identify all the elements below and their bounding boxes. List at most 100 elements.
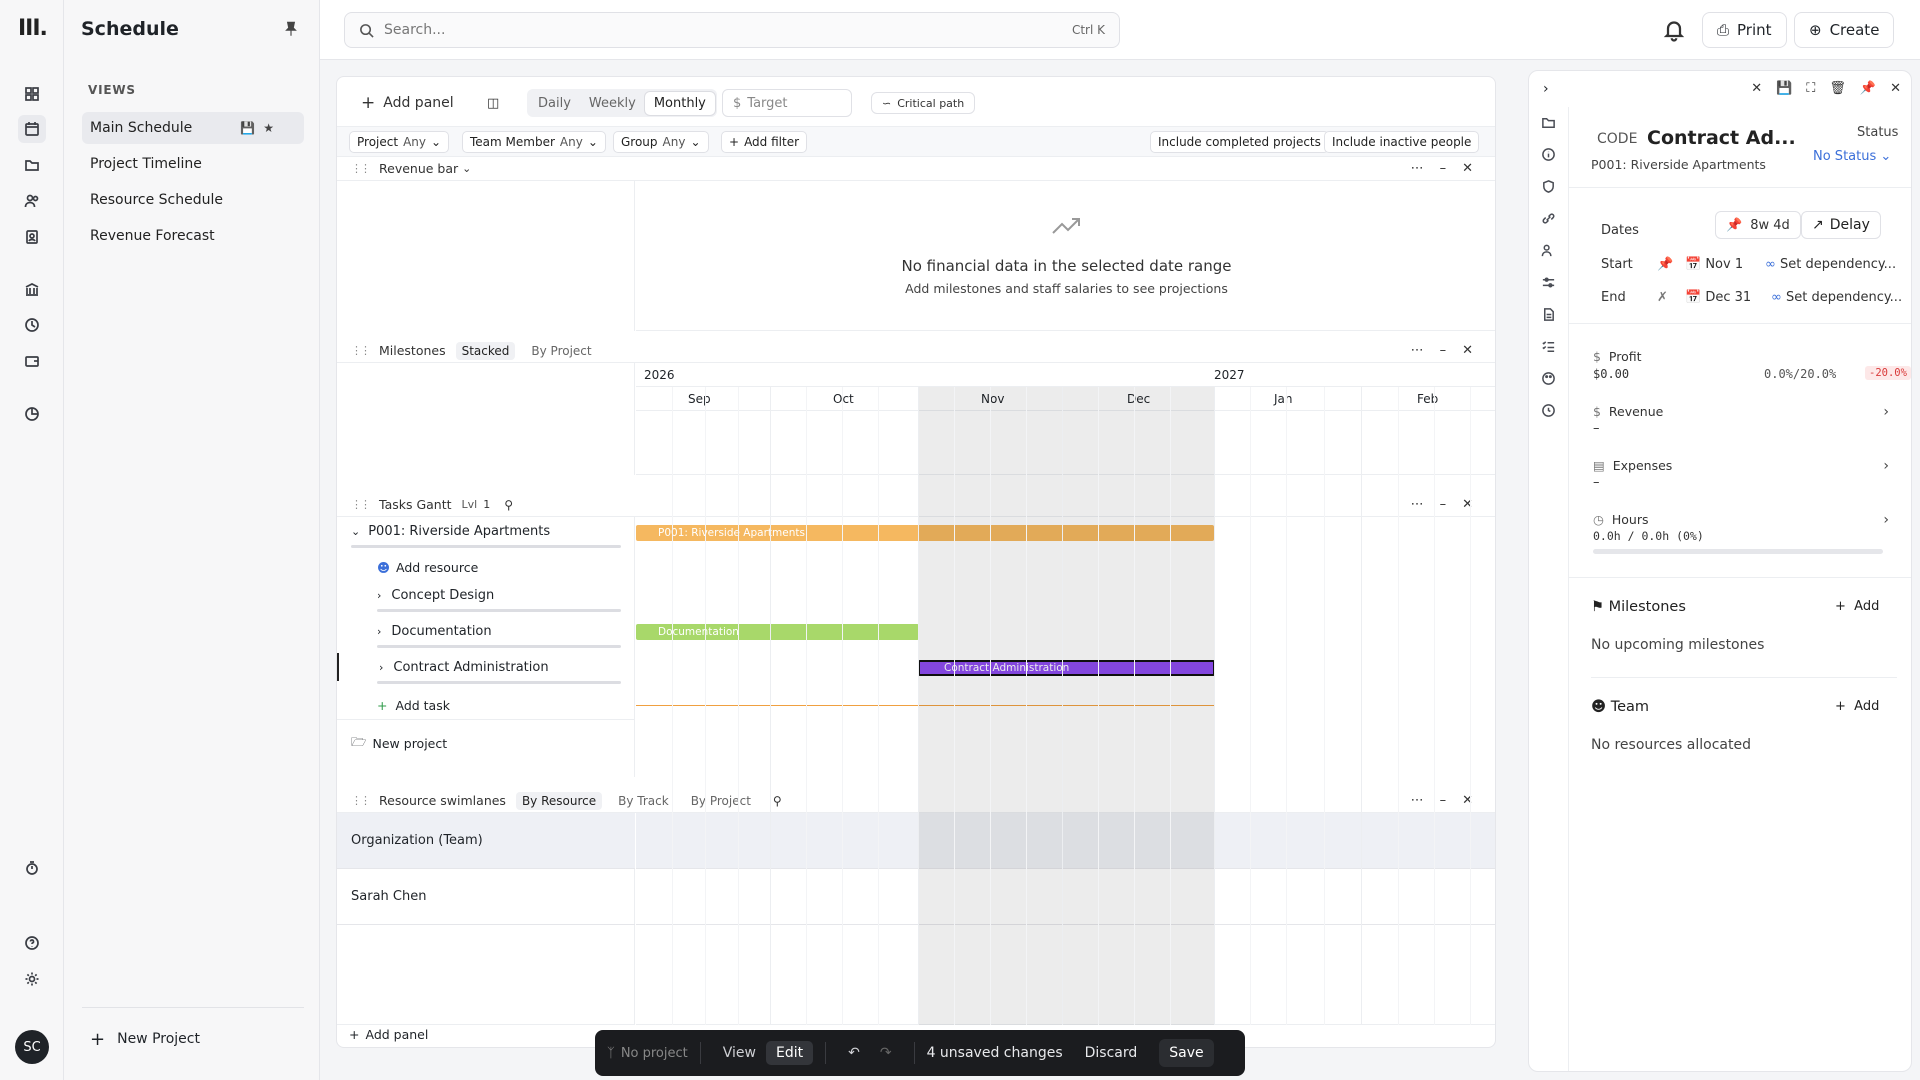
documentation-bar[interactable]: Documentation [636, 624, 919, 640]
pin-icon[interactable] [282, 20, 300, 38]
drag-handle-icon[interactable]: ⋮⋮ [351, 498, 371, 511]
close-icon[interactable]: ✕ [1462, 161, 1473, 176]
search-icon[interactable]: ⚲ [504, 498, 513, 512]
drag-handle-icon[interactable]: ⋮⋮ [351, 344, 371, 357]
level-stepper[interactable]: 1 [483, 498, 490, 511]
dashboard-icon[interactable] [18, 80, 46, 108]
duration-field[interactable]: 📌 8w 4d [1715, 211, 1801, 239]
minimize-icon[interactable]: – [1440, 161, 1447, 176]
discard-button[interactable]: Discard [1075, 1041, 1148, 1065]
team-member-filter[interactable]: Team Member Any ⌄ [462, 131, 606, 153]
add-resource-button[interactable]: ☻ Add resource [337, 553, 635, 581]
add-panel-button[interactable]: + Add panel [361, 89, 454, 117]
timer-icon[interactable] [18, 854, 46, 882]
bell-icon[interactable] [1662, 18, 1686, 42]
expenses-row[interactable]: ▤ Expenses [1593, 458, 1672, 473]
start-pin-icon[interactable]: 📌 [1657, 257, 1673, 272]
calendar-icon[interactable] [18, 115, 46, 143]
avatar[interactable]: SC [15, 1030, 49, 1064]
end-date-field[interactable]: 📅 Dec 31 [1685, 290, 1751, 305]
hours-row[interactable]: ◷ Hours [1593, 512, 1649, 527]
pie-chart-icon[interactable] [18, 400, 46, 428]
close-icon[interactable]: ✕ [1462, 343, 1473, 358]
more-icon[interactable]: ⋯ [1411, 343, 1424, 358]
palette-icon[interactable] [1541, 371, 1557, 387]
document-icon[interactable] [1541, 307, 1557, 323]
expand-icon[interactable]: ⛶ [1806, 81, 1815, 96]
scale-daily[interactable]: Daily [529, 92, 580, 115]
end-unpin-icon[interactable]: ✗ [1657, 290, 1668, 305]
add-filter-button[interactable]: + Add filter [721, 131, 808, 153]
revenue-row[interactable]: $ Revenue [1593, 404, 1663, 419]
project-selector[interactable]: ᛉ No project [607, 1046, 688, 1061]
sliders-icon[interactable] [1541, 275, 1557, 291]
minimize-icon[interactable]: – [1440, 343, 1447, 358]
add-milestone-button[interactable]: + Add [1835, 599, 1879, 614]
view-mode-button[interactable]: View [713, 1041, 766, 1065]
history-icon[interactable] [1541, 403, 1557, 419]
view-item-main-schedule[interactable]: Main Schedule 💾 ★ [82, 112, 304, 144]
new-project-button[interactable]: + New Project [82, 1024, 200, 1054]
view-item-project-timeline[interactable]: Project Timeline [82, 148, 304, 180]
pin-icon[interactable]: 📌 [1860, 81, 1876, 96]
revenue-panel-title[interactable]: Revenue bar [379, 161, 458, 176]
close-icon[interactable]: ✕ [1751, 81, 1762, 96]
chevron-right-icon[interactable]: › [1883, 458, 1889, 474]
chevron-right-icon[interactable]: › [1543, 81, 1549, 97]
project-filter[interactable]: Project Any ⌄ [349, 131, 450, 153]
info-icon[interactable] [1541, 147, 1557, 163]
swimlane-row[interactable]: Sarah Chen [337, 869, 635, 925]
minimize-icon[interactable]: – [1440, 497, 1447, 512]
drag-handle-icon[interactable]: ⋮⋮ [351, 162, 371, 175]
gantt-task-row-selected[interactable]: › Contract Administration [337, 653, 635, 681]
chevron-right-icon[interactable]: › [1883, 404, 1889, 420]
app-logo[interactable]: III. [18, 16, 48, 41]
add-team-member-button[interactable]: + Add [1835, 699, 1879, 714]
bank-icon[interactable] [18, 275, 46, 303]
search-input[interactable]: Search... Ctrl K [344, 12, 1120, 48]
search-icon[interactable]: ⚲ [773, 794, 782, 808]
people-icon[interactable] [18, 187, 46, 215]
close-icon[interactable]: ✕ [1462, 793, 1473, 808]
include-inactive-toggle[interactable]: Include inactive people [1324, 131, 1480, 153]
include-completed-toggle[interactable]: Include completed projects [1150, 131, 1329, 153]
undo-icon[interactable]: ↶ [838, 1041, 870, 1065]
gantt-task-row[interactable]: › Documentation [337, 617, 635, 645]
settings-icon[interactable] [18, 965, 46, 993]
tab-stacked[interactable]: Stacked [455, 341, 516, 360]
target-input[interactable]: $ Target [722, 89, 852, 117]
chevron-down-icon[interactable]: ⌄ [351, 525, 360, 538]
end-set-dependency[interactable]: ∞ Set dependency... [1771, 290, 1902, 305]
save-view-icon[interactable]: 💾 [240, 121, 255, 135]
save-button[interactable]: Save [1159, 1039, 1214, 1067]
gantt-task-row[interactable]: › Concept Design [337, 581, 635, 609]
new-project-row-button[interactable]: 🗁 New project [337, 729, 635, 757]
tab-by-project[interactable]: By Project [685, 792, 757, 810]
more-icon[interactable]: ⋯ [1411, 793, 1424, 808]
redo-icon[interactable]: ↷ [870, 1041, 902, 1065]
add-task-button[interactable]: + Add task [337, 692, 635, 720]
scale-weekly[interactable]: Weekly [580, 92, 645, 115]
chevron-right-icon[interactable]: › [377, 589, 381, 602]
tab-by-resource[interactable]: By Resource [515, 791, 603, 810]
gantt-project-row[interactable]: ⌄ P001: Riverside Apartments [337, 517, 635, 545]
more-icon[interactable]: ⋯ [1411, 497, 1424, 512]
folder-icon[interactable] [1541, 115, 1557, 131]
chevron-right-icon[interactable]: › [1883, 512, 1889, 528]
project-bar[interactable]: P001: Riverside Apartments [636, 525, 1214, 541]
folder-icon[interactable] [18, 151, 46, 179]
drag-handle-icon[interactable]: ⋮⋮ [351, 794, 371, 807]
tab-by-track[interactable]: By Track [612, 792, 675, 810]
view-item-revenue-forecast[interactable]: Revenue Forecast [82, 220, 304, 252]
minimize-icon[interactable]: – [1440, 793, 1447, 808]
checklist-icon[interactable] [1541, 339, 1557, 355]
start-date-field[interactable]: 📅 Nov 1 [1685, 257, 1743, 272]
group-filter[interactable]: Group Any ⌄ [613, 131, 709, 153]
critical-path-toggle[interactable]: ∽ Critical path [871, 92, 976, 114]
wallet-icon[interactable] [18, 347, 46, 375]
scale-monthly[interactable]: Monthly [644, 91, 715, 115]
add-panel-bottom-button[interactable]: + Add panel [349, 1027, 428, 1042]
help-icon[interactable] [18, 929, 46, 957]
contacts-icon[interactable] [18, 223, 46, 251]
more-icon[interactable]: ⋯ [1411, 161, 1424, 176]
